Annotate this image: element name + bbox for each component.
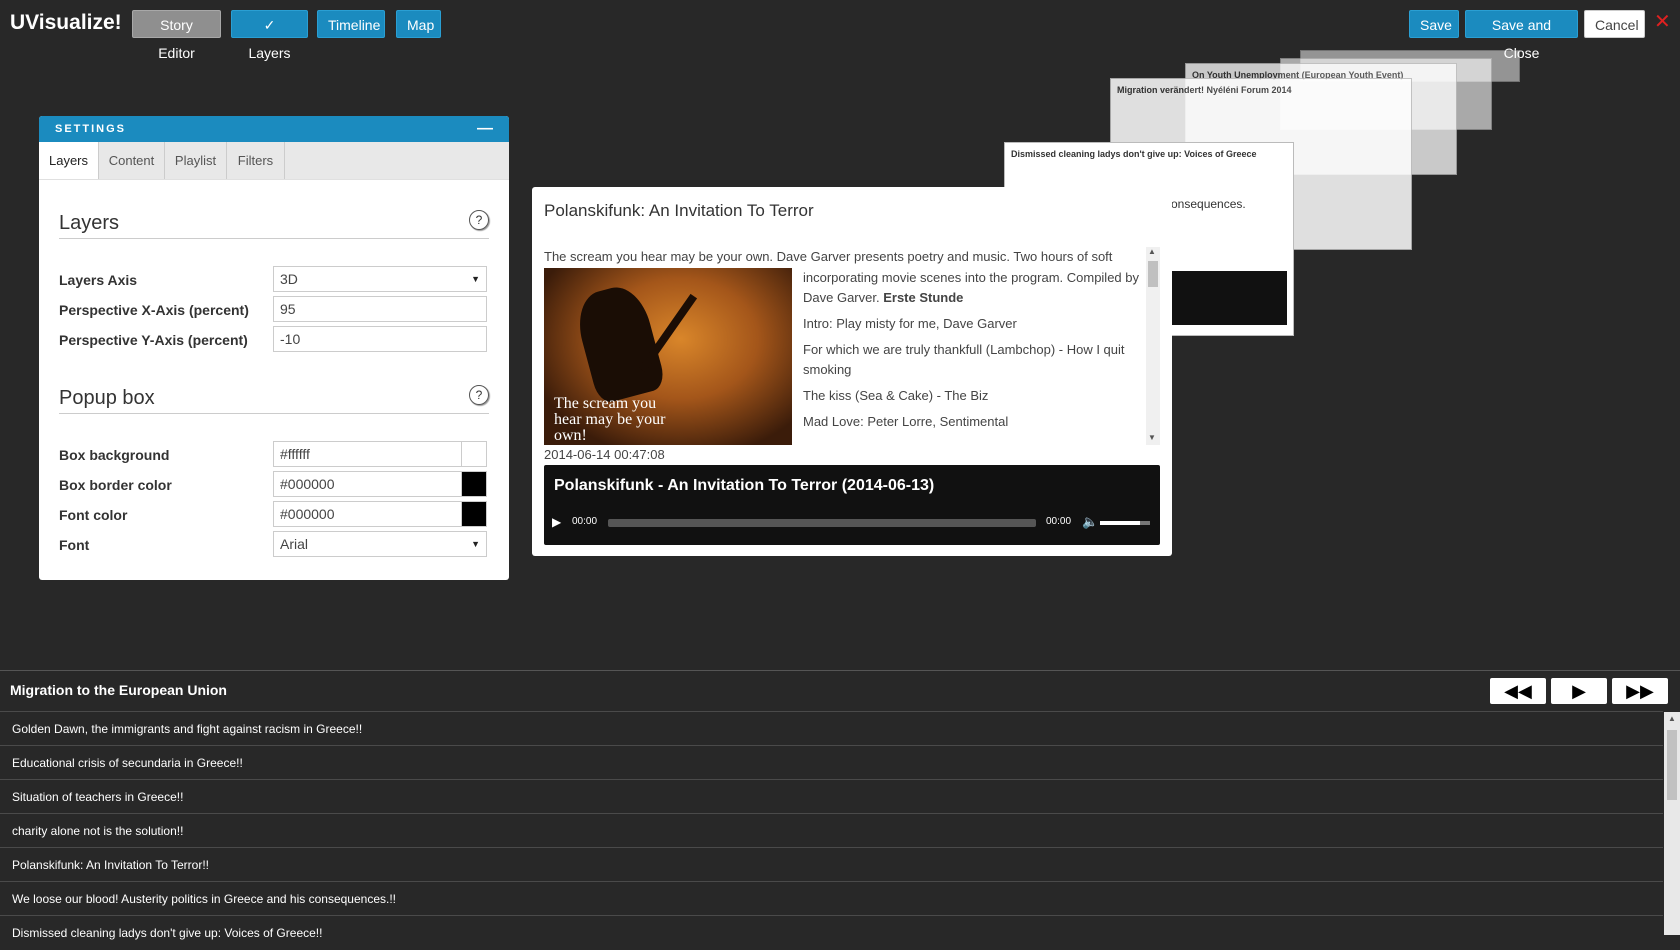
track-item: Intro: Play misty for me, Dave Garver bbox=[803, 316, 1017, 331]
perspective-x-label: Perspective X-Axis (percent) bbox=[59, 302, 249, 318]
box-background-label: Box background bbox=[59, 447, 170, 463]
popup-box: Polanskifunk: An Invitation To Terror Th… bbox=[532, 187, 1172, 556]
help-icon[interactable]: ? bbox=[469, 385, 489, 405]
story-list: Golden Dawn, the immigrants and fight ag… bbox=[0, 711, 1663, 949]
font-label: Font bbox=[59, 537, 90, 553]
scroll-up-icon[interactable]: ▲ bbox=[1148, 247, 1156, 256]
forward-button[interactable]: ▶▶ bbox=[1612, 678, 1668, 704]
rewind-button[interactable]: ◀◀ bbox=[1490, 678, 1546, 704]
settings-panel: SETTINGS — Layers Content Playlist Filte… bbox=[39, 116, 509, 580]
box-background-swatch[interactable] bbox=[461, 441, 487, 467]
perspective-y-label: Perspective Y-Axis (percent) bbox=[59, 332, 248, 348]
volume-icon[interactable]: 🔈 bbox=[1082, 514, 1098, 530]
app-title: UVisualize! bbox=[10, 11, 122, 34]
list-scrollbar[interactable]: ▲ bbox=[1664, 712, 1680, 935]
play-icon[interactable]: ▶ bbox=[552, 515, 561, 529]
progress-bar[interactable] bbox=[608, 519, 1036, 527]
divider bbox=[59, 238, 489, 239]
popup-image: The scream you hear may be your own! bbox=[544, 268, 792, 445]
minimize-icon[interactable]: — bbox=[477, 116, 493, 142]
popup-section-title: Popup box bbox=[59, 387, 155, 409]
timeline-button[interactable]: Timeline bbox=[317, 10, 385, 38]
track-item: For which we are truly thankfull (Lambch… bbox=[803, 342, 1125, 377]
duration-time: 00:00 bbox=[1046, 516, 1072, 527]
settings-header: SETTINGS — bbox=[39, 116, 509, 142]
play-button[interactable]: ▶ bbox=[1551, 678, 1607, 704]
list-item[interactable]: Dismissed cleaning ladys don't give up: … bbox=[0, 915, 1663, 949]
list-item[interactable]: Golden Dawn, the immigrants and fight ag… bbox=[0, 711, 1663, 745]
track-item: The kiss (Sea & Cake) - The Biz bbox=[803, 388, 989, 403]
player-title: Polanskifunk - An Invitation To Terror (… bbox=[554, 477, 935, 494]
track-item: Mad Love: Peter Lorre, Sentimental bbox=[803, 414, 1009, 429]
popup-date: 2014-06-14 00:47:08 bbox=[544, 447, 665, 462]
layers-button[interactable]: ✓ Layers bbox=[231, 10, 308, 61]
list-item[interactable]: Educational crisis of secundaria in Gree… bbox=[0, 745, 1663, 779]
popup-track-list: incorporating movie scenes into the prog… bbox=[803, 268, 1143, 438]
tab-playlist[interactable]: Playlist bbox=[165, 142, 227, 179]
top-toolbar: UVisualize! Story Editor ✓ Layers Timeli… bbox=[0, 0, 1680, 61]
font-color-input[interactable]: #000000 bbox=[273, 501, 487, 527]
description-bold: Erste Stunde bbox=[883, 290, 964, 305]
scroll-thumb[interactable] bbox=[1667, 730, 1677, 800]
current-time: 00:00 bbox=[572, 516, 598, 527]
box-background-input[interactable]: #ffffff bbox=[273, 441, 487, 467]
layers-section-title: Layers bbox=[59, 212, 120, 234]
box-border-color-label: Box border color bbox=[59, 477, 172, 493]
layer-title: consequences. bbox=[1165, 197, 1246, 211]
layers-axis-label: Layers Axis bbox=[59, 272, 138, 288]
tab-layers[interactable]: Layers bbox=[39, 142, 99, 179]
scroll-down-icon[interactable]: ▼ bbox=[1148, 433, 1156, 442]
layer-player bbox=[1165, 271, 1287, 325]
layer-title: Dismissed cleaning ladys don't give up: … bbox=[1011, 149, 1257, 159]
tab-filters[interactable]: Filters bbox=[227, 142, 285, 179]
image-caption: The scream you hear may be your own! bbox=[554, 395, 666, 444]
save-and-close-button[interactable]: Save and Close bbox=[1465, 10, 1578, 61]
divider bbox=[0, 670, 1680, 671]
audio-player: Polanskifunk - An Invitation To Terror (… bbox=[544, 465, 1160, 545]
settings-title: SETTINGS bbox=[55, 123, 127, 135]
tab-content[interactable]: Content bbox=[99, 142, 165, 179]
list-item[interactable]: We loose our blood! Austerity politics i… bbox=[0, 881, 1663, 915]
help-icon[interactable]: ? bbox=[469, 210, 489, 230]
cancel-button[interactable]: Cancel bbox=[1584, 10, 1645, 38]
layers-axis-select[interactable]: 3D bbox=[273, 266, 487, 292]
close-icon[interactable]: ✕ bbox=[1654, 12, 1671, 32]
volume-slider[interactable] bbox=[1100, 521, 1150, 525]
list-item[interactable]: Polanskifunk: An Invitation To Terror!! bbox=[0, 847, 1663, 881]
box-border-color-swatch[interactable] bbox=[461, 471, 487, 497]
popup-scrollbar[interactable]: ▲ ▼ bbox=[1146, 247, 1160, 445]
list-item[interactable]: Situation of teachers in Greece!! bbox=[0, 779, 1663, 813]
font-color-swatch[interactable] bbox=[461, 501, 487, 527]
figure-silhouette bbox=[570, 280, 668, 406]
save-button[interactable]: Save bbox=[1409, 10, 1459, 38]
box-border-color-input[interactable]: #000000 bbox=[273, 471, 487, 497]
scroll-up-icon[interactable]: ▲ bbox=[1668, 714, 1676, 723]
divider bbox=[59, 413, 489, 414]
layer-title: Migration verändert! Nyéléni Forum 2014 bbox=[1117, 85, 1292, 95]
description-continued: Dave Garver. bbox=[803, 290, 880, 305]
story-editor-button[interactable]: Story Editor bbox=[132, 10, 221, 61]
settings-tabs: Layers Content Playlist Filters bbox=[39, 142, 509, 180]
description-continued: incorporating movie scenes into the prog… bbox=[803, 270, 1140, 285]
font-color-label: Font color bbox=[59, 507, 128, 523]
popup-title: Polanskifunk: An Invitation To Terror bbox=[544, 201, 814, 220]
font-select[interactable]: Arial bbox=[273, 531, 487, 557]
perspective-x-input[interactable]: 95 bbox=[273, 296, 487, 322]
volume-fill bbox=[1100, 521, 1140, 525]
perspective-y-input[interactable]: -10 bbox=[273, 326, 487, 352]
story-title: Migration to the European Union bbox=[10, 682, 227, 698]
scroll-thumb[interactable] bbox=[1148, 261, 1158, 287]
map-button[interactable]: Map bbox=[396, 10, 441, 38]
list-item[interactable]: charity alone not is the solution!! bbox=[0, 813, 1663, 847]
